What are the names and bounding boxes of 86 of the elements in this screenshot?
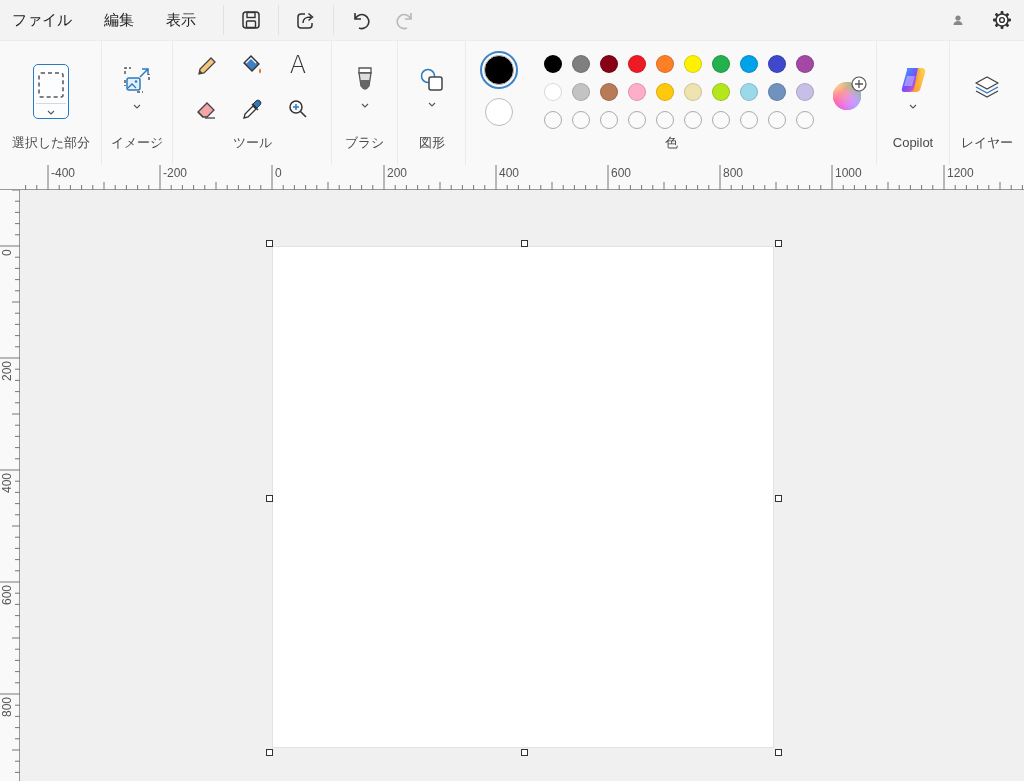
empty-color-slot[interactable] [768, 111, 786, 129]
resize-handle[interactable] [774, 748, 782, 756]
layers-icon [974, 74, 1000, 100]
empty-color-slot[interactable] [600, 111, 618, 129]
empty-color-slot[interactable] [656, 111, 674, 129]
user-icon [953, 15, 963, 25]
resize-handle[interactable] [774, 494, 782, 502]
caret-icon [427, 101, 436, 107]
redo-icon [395, 10, 415, 30]
color-swatch[interactable] [740, 83, 758, 101]
color-swatch[interactable] [712, 83, 730, 101]
group-label: ツール [231, 134, 273, 152]
empty-color-slot[interactable] [712, 111, 730, 129]
resize-handle[interactable] [520, 748, 528, 756]
secondary-color-button[interactable] [484, 97, 514, 127]
resize-handle[interactable] [266, 494, 273, 502]
empty-color-slot[interactable] [544, 111, 562, 129]
color-swatch[interactable] [600, 83, 618, 101]
shapes-icon [419, 67, 444, 92]
ruler-label: 200 [387, 166, 408, 180]
color-swatch[interactable] [628, 55, 646, 73]
color-swatch[interactable] [768, 83, 786, 101]
color-swatch[interactable] [656, 55, 674, 73]
ruler-label: 400 [499, 166, 520, 180]
ruler-label: 600 [611, 166, 632, 180]
resize-handle[interactable] [266, 240, 273, 247]
color-wheel-icon [832, 75, 868, 111]
ruler-label: -400 [51, 166, 76, 180]
empty-color-slot[interactable] [684, 111, 702, 129]
empty-color-slot[interactable] [628, 111, 646, 129]
color-swatch[interactable] [796, 83, 814, 101]
group-label: 選択した部分 [10, 134, 91, 152]
group-label: ブラシ [344, 134, 385, 152]
menu-item[interactable]: 表示 [156, 4, 206, 36]
caret-icon [133, 103, 141, 109]
share-icon [296, 10, 316, 30]
group-label: レイヤー [960, 134, 1014, 152]
resize-handle[interactable] [520, 240, 528, 247]
caret-icon [360, 102, 369, 108]
empty-color-slot[interactable] [572, 111, 590, 129]
zoom-in-icon [287, 98, 309, 120]
ruler-label: 1000 [835, 166, 862, 180]
ruler-label: -200 [163, 166, 188, 180]
save-icon [241, 10, 261, 30]
color-swatch[interactable] [600, 55, 618, 73]
color-swatch[interactable] [684, 83, 702, 101]
settings-icon [992, 10, 1012, 30]
eyedropper-icon [241, 98, 263, 120]
color-swatch[interactable] [572, 83, 590, 101]
color-swatch[interactable] [740, 55, 758, 73]
group-label: 色 [663, 134, 679, 152]
menu-item[interactable]: ファイル [2, 4, 82, 36]
color-swatch[interactable] [684, 55, 702, 73]
color-swatch[interactable] [712, 55, 730, 73]
color-swatch[interactable] [628, 83, 646, 101]
caret-icon [46, 109, 55, 115]
ruler-label: 0 [1, 249, 13, 256]
resize-handle[interactable] [774, 240, 782, 247]
color-swatch[interactable] [572, 55, 590, 73]
paint-bucket-icon [241, 54, 263, 76]
ruler-label: 0 [275, 166, 282, 180]
ruler-label: 600 [1, 584, 13, 605]
caret-icon [909, 103, 917, 109]
empty-color-slot[interactable] [796, 111, 814, 129]
ruler-label: 400 [1, 472, 13, 493]
color-swatch[interactable] [656, 83, 674, 101]
ruler-label: 1200 [947, 166, 974, 180]
selection-button[interactable] [32, 63, 69, 119]
dashed-rectangle-icon [37, 71, 64, 98]
text-tool-button[interactable]: A [275, 43, 321, 87]
resize-handle[interactable] [266, 748, 273, 756]
menu-item[interactable]: 編集 [94, 4, 144, 36]
image-resize-icon [123, 65, 151, 94]
ruler-label: 200 [1, 360, 13, 381]
color-swatch[interactable] [544, 55, 562, 73]
empty-color-slot[interactable] [740, 111, 758, 129]
color-swatch[interactable] [796, 55, 814, 73]
primary-color-button[interactable] [480, 51, 518, 89]
undo-icon [351, 10, 371, 30]
color-swatch[interactable] [768, 55, 786, 73]
group-label: イメージ [110, 134, 164, 152]
ruler-label: 800 [1, 696, 13, 717]
group-label: Copilot [891, 134, 935, 152]
ruler-label: 800 [723, 166, 744, 180]
color-swatch[interactable] [544, 83, 562, 101]
group-label: 図形 [417, 134, 446, 152]
